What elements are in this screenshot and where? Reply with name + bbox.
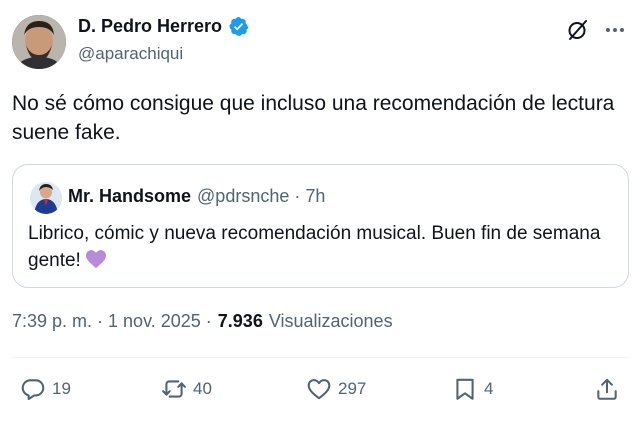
quoted-tweet[interactable]: Mr. Handsome @pdrsnche · 7h Librico, cóm…: [12, 164, 629, 288]
like-button[interactable]: 297: [306, 370, 366, 408]
repost-button[interactable]: 40: [161, 370, 212, 408]
views-count: 7.936: [217, 311, 263, 331]
share-icon: [597, 378, 617, 400]
avatar-photo: [12, 15, 66, 69]
author-handle[interactable]: @aparachiqui: [78, 44, 183, 64]
verified-badge-icon[interactable]: [228, 16, 249, 37]
quote-text-content: Librico, cómic y nueva recomendación mus…: [28, 223, 601, 271]
tweet-card: D. Pedro Herrero @aparachiqui No sé cómo…: [0, 0, 640, 428]
repost-count: 40: [193, 379, 212, 398]
bookmark-count: 4: [484, 379, 494, 398]
quote-text: Librico, cómic y nueva recomendación mus…: [28, 220, 618, 274]
quote-display-name[interactable]: Mr. Handsome: [68, 186, 191, 207]
more-dots-icon[interactable]: [603, 18, 627, 42]
views-label: Visualizaciones: [268, 311, 393, 331]
share-button[interactable]: [594, 370, 620, 408]
action-bar: 19 40 297 4: [0, 370, 640, 410]
avatar[interactable]: [12, 15, 66, 69]
divider: [12, 357, 629, 358]
heart-icon: [307, 379, 331, 400]
bookmark-icon: [456, 378, 474, 400]
author-display-name[interactable]: D. Pedro Herrero: [78, 16, 222, 37]
tweet-meta: 7:39 p. m. · 1 nov. 2025 · 7.936 Visuali…: [12, 311, 393, 332]
tweet-text: No sé cómo consigue que incluso una reco…: [12, 92, 615, 144]
reply-icon: [21, 379, 45, 400]
quote-handle-time[interactable]: @pdrsnche · 7h: [197, 186, 325, 207]
repost-icon: [162, 380, 186, 398]
like-count: 297: [338, 379, 367, 398]
author-name-row: D. Pedro Herrero: [78, 16, 249, 37]
quote-avatar-image: [30, 182, 62, 214]
reply-button[interactable]: 19: [20, 370, 71, 408]
quote-header: Mr. Handsome @pdrsnche · 7h: [68, 186, 325, 207]
grok-icon[interactable]: [566, 18, 590, 42]
purple-heart-emoji-icon: [85, 250, 106, 269]
bookmark-button[interactable]: 4: [452, 370, 493, 408]
reply-count: 19: [52, 379, 71, 398]
timestamp[interactable]: 7:39 p. m. · 1 nov. 2025 ·: [12, 311, 212, 332]
quote-avatar[interactable]: [30, 182, 62, 214]
